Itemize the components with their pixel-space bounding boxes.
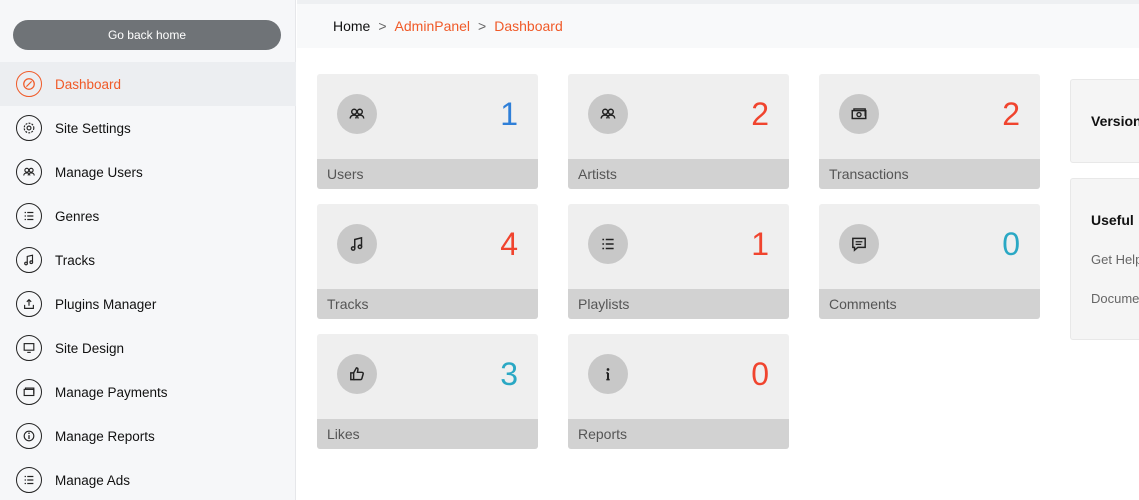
stat-value: 1: [500, 96, 518, 132]
monitor-icon: [16, 335, 42, 361]
gear-icon: [16, 115, 42, 141]
stat-card-reports[interactable]: 0 Reports: [568, 334, 789, 449]
breadcrumb-home-link[interactable]: Home: [333, 18, 370, 34]
sidebar-item-manage-payments[interactable]: Manage Payments: [0, 370, 296, 414]
documentation-link[interactable]: Docume: [1091, 291, 1139, 306]
stat-value: 4: [500, 226, 518, 262]
version-title: Version: [1091, 113, 1139, 129]
sidebar-item-label: Manage Payments: [55, 384, 168, 400]
stat-card-likes[interactable]: 3 Likes: [317, 334, 538, 449]
breadcrumb-adminpanel-link[interactable]: AdminPanel: [395, 18, 471, 34]
breadcrumb-separator: >: [478, 18, 487, 34]
stat-label: Artists: [568, 159, 789, 189]
sidebar-nav: Dashboard Site Settings Manage Users Gen…: [0, 62, 296, 500]
users-icon: [588, 94, 628, 134]
stat-card-transactions[interactable]: 2 Transactions: [819, 74, 1040, 189]
sidebar-item-label: Tracks: [55, 252, 95, 268]
sidebar-item-label: Manage Ads: [55, 472, 131, 488]
sidebar-item-label: Manage Users: [55, 164, 143, 180]
list-icon: [16, 203, 42, 229]
list-icon: [588, 224, 628, 264]
stat-card-comments[interactable]: 0 Comments: [819, 204, 1040, 319]
comment-icon: [839, 224, 879, 264]
breadcrumb-separator: >: [378, 18, 387, 34]
info-icon: [588, 354, 628, 394]
stat-label: Tracks: [317, 289, 538, 319]
stat-value: 2: [751, 96, 769, 132]
users-icon: [337, 94, 377, 134]
useful-links-title: Useful: [1091, 212, 1134, 228]
info-icon: [16, 423, 42, 449]
sidebar-item-label: Genres: [55, 208, 100, 224]
stat-value: 3: [500, 356, 518, 392]
stat-label: Comments: [819, 289, 1040, 319]
stat-card-artists[interactable]: 2 Artists: [568, 74, 789, 189]
stat-label: Reports: [568, 419, 789, 449]
version-panel: Version: [1070, 79, 1139, 163]
stat-value: 1: [751, 226, 769, 262]
useful-links-panel: Useful Get Help Docume: [1070, 178, 1139, 340]
stat-label: Playlists: [568, 289, 789, 319]
money-icon: [839, 94, 879, 134]
sidebar-item-manage-ads[interactable]: Manage Ads: [0, 458, 296, 500]
stat-card-tracks[interactable]: 4 Tracks: [317, 204, 538, 319]
sidebar-item-label: Site Design: [55, 340, 125, 356]
sidebar-item-manage-users[interactable]: Manage Users: [0, 150, 296, 194]
sidebar-item-label: Dashboard: [55, 76, 122, 92]
users-icon: [16, 159, 42, 185]
sidebar-item-label: Plugins Manager: [55, 296, 157, 312]
stat-value: 0: [1002, 226, 1020, 262]
stat-label: Users: [317, 159, 538, 189]
stat-value: 2: [1002, 96, 1020, 132]
stat-label: Transactions: [819, 159, 1040, 189]
sidebar-item-genres[interactable]: Genres: [0, 194, 296, 238]
breadcrumb: Home > AdminPanel > Dashboard: [333, 18, 563, 34]
music-note-icon: [337, 224, 377, 264]
get-help-link[interactable]: Get Help: [1091, 252, 1139, 267]
stat-card-users[interactable]: 1 Users: [317, 74, 538, 189]
sidebar-item-manage-reports[interactable]: Manage Reports: [0, 414, 296, 458]
thumbs-up-icon: [337, 354, 377, 394]
stat-label: Likes: [317, 419, 538, 449]
sidebar-item-site-design[interactable]: Site Design: [0, 326, 296, 370]
sidebar-item-label: Manage Reports: [55, 428, 155, 444]
sidebar-item-label: Site Settings: [55, 120, 131, 136]
sidebar-item-plugins-manager[interactable]: Plugins Manager: [0, 282, 296, 326]
wallet-icon: [16, 379, 42, 405]
music-note-icon: [16, 247, 42, 273]
sidebar: Go back home Dashboard Site Settings Man…: [0, 0, 296, 500]
upload-icon: [16, 291, 42, 317]
stat-value: 0: [751, 356, 769, 392]
dashboard-icon: [16, 71, 42, 97]
topbar: Home > AdminPanel > Dashboard: [297, 0, 1139, 48]
sidebar-item-site-settings[interactable]: Site Settings: [0, 106, 296, 150]
stat-card-playlists[interactable]: 1 Playlists: [568, 204, 789, 319]
sidebar-item-dashboard[interactable]: Dashboard: [0, 62, 296, 106]
breadcrumb-current[interactable]: Dashboard: [494, 18, 563, 34]
sidebar-item-tracks[interactable]: Tracks: [0, 238, 296, 282]
go-back-home-button[interactable]: Go back home: [13, 20, 281, 50]
list-icon: [16, 467, 42, 493]
